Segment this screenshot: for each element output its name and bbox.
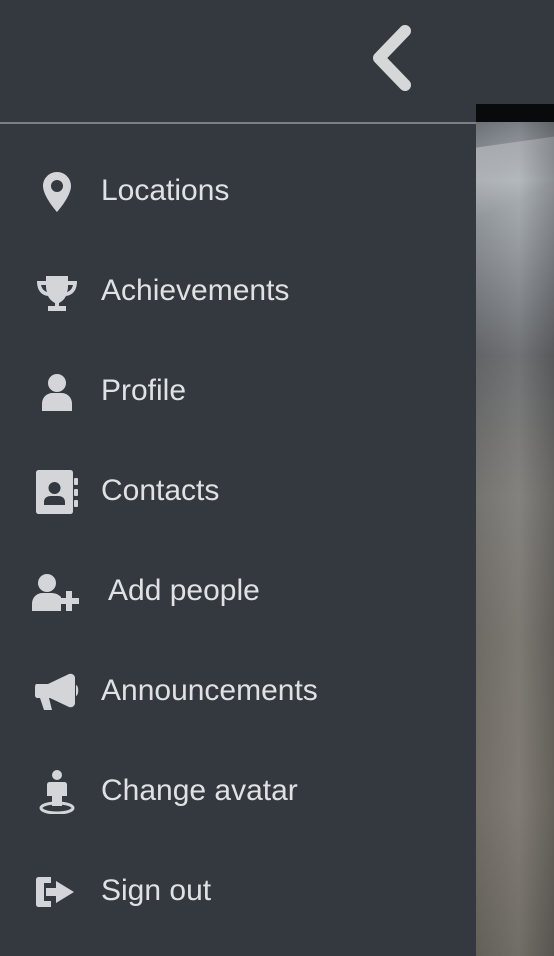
sidebar-item-label: Change avatar — [101, 774, 298, 807]
app-screen: Locations Achievements Profile Contacts … — [0, 0, 554, 956]
sidebar-item-label: Achievements — [101, 274, 290, 307]
navigation-sidebar: Locations Achievements Profile Contacts … — [0, 0, 476, 956]
sidebar-header — [0, 0, 476, 123]
sidebar-item-change-avatar[interactable]: Change avatar — [0, 742, 476, 842]
chevron-left-icon — [373, 25, 411, 91]
sidebar-item-label: Locations — [101, 174, 230, 207]
sidebar-item-announcements[interactable]: Announcements — [0, 642, 476, 742]
sidebar-divider — [0, 122, 476, 124]
bullhorn-icon — [27, 667, 87, 717]
sign-out-icon — [27, 867, 87, 917]
background-page — [476, 0, 554, 956]
user-icon — [27, 367, 87, 417]
sidebar-item-sign-out[interactable]: Sign out — [0, 842, 476, 942]
sidebar-item-add-people[interactable]: Add people — [0, 542, 476, 642]
sidebar-item-locations[interactable]: Locations — [0, 142, 476, 242]
background-header — [476, 0, 554, 104]
sidebar-item-profile[interactable]: Profile — [0, 342, 476, 442]
collapse-sidebar-button[interactable] — [352, 18, 428, 98]
sidebar-item-label: Announcements — [101, 674, 318, 707]
sidebar-item-label: Add people — [108, 574, 260, 607]
sidebar-item-achievements[interactable]: Achievements — [0, 242, 476, 342]
user-plus-icon — [27, 567, 87, 617]
background-photo — [476, 122, 554, 956]
address-book-icon — [27, 467, 87, 517]
map-marker-icon — [27, 167, 87, 217]
sidebar-item-label: Sign out — [101, 874, 212, 907]
sidebar-item-label: Contacts — [101, 474, 220, 507]
sidebar-menu: Locations Achievements Profile Contacts … — [0, 142, 476, 942]
background-header-shadow — [476, 104, 554, 122]
avatar-stand-icon — [27, 767, 87, 817]
trophy-icon — [27, 267, 87, 317]
sidebar-item-contacts[interactable]: Contacts — [0, 442, 476, 542]
sidebar-item-label: Profile — [101, 374, 187, 407]
